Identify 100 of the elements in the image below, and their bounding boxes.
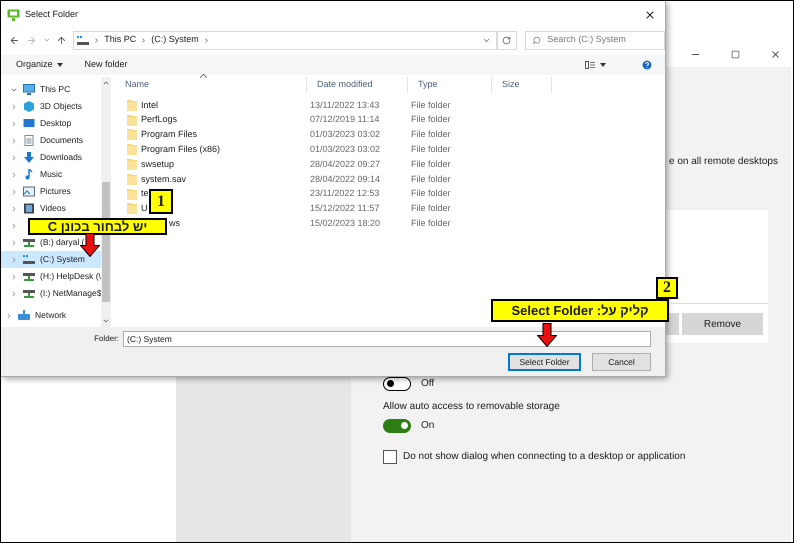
separator-icon bbox=[93, 36, 100, 44]
maximize-icon[interactable] bbox=[731, 50, 740, 58]
collapsed-chevron-icon[interactable] bbox=[10, 120, 18, 128]
window-title: Select Folder bbox=[25, 8, 78, 22]
up-icon[interactable] bbox=[56, 34, 68, 46]
pointer-arrow bbox=[537, 323, 557, 347]
folder-label: Folder: bbox=[94, 333, 119, 345]
nav-item[interactable]: Documents bbox=[1, 132, 101, 149]
breadcrumb[interactable]: (C:) System bbox=[151, 33, 199, 47]
nav-item[interactable]: Music bbox=[1, 166, 101, 183]
organize-menu[interactable]: Organize bbox=[16, 58, 63, 72]
collapsed-chevron-icon[interactable] bbox=[10, 188, 18, 196]
file-name[interactable]: Program Files (x86) bbox=[141, 143, 220, 157]
collapsed-chevron-icon[interactable] bbox=[10, 256, 18, 264]
type-cell-text: File folder bbox=[410, 113, 451, 126]
nav-item[interactable]: Videos bbox=[1, 200, 101, 217]
close-icon[interactable] bbox=[770, 48, 781, 60]
column-header[interactable]: Size bbox=[492, 77, 552, 93]
folder-field[interactable]: (C:) System bbox=[123, 331, 651, 347]
file-name[interactable]: system.sav bbox=[141, 172, 186, 186]
step-number: 1 bbox=[149, 189, 173, 214]
file-name[interactable]: PerfLogs bbox=[141, 113, 178, 127]
pointer-arrow bbox=[80, 233, 100, 257]
address-bar[interactable]: This PC (C:) System bbox=[73, 30, 497, 50]
app-icon bbox=[7, 9, 20, 21]
nav-item[interactable]: Network bbox=[1, 307, 101, 324]
desktop-icon bbox=[23, 118, 35, 129]
nav-item[interactable]: Pictures bbox=[1, 183, 101, 200]
down-arrow-icon bbox=[23, 152, 35, 163]
column-header[interactable]: Type bbox=[408, 77, 492, 93]
file-name[interactable]: Intel bbox=[141, 98, 158, 112]
checkbox[interactable] bbox=[383, 450, 397, 464]
collapsed-chevron-icon[interactable] bbox=[10, 204, 18, 212]
collapsed-chevron-icon[interactable] bbox=[10, 238, 18, 246]
nav-item[interactable]: (I:) NetManage$ bbox=[1, 285, 101, 302]
nav-item[interactable]: Desktop bbox=[1, 115, 101, 132]
folder-icon bbox=[127, 144, 137, 156]
collapsed-chevron-icon[interactable] bbox=[10, 102, 18, 110]
refresh-icon bbox=[502, 36, 512, 44]
collapsed-chevron-icon[interactable] bbox=[10, 154, 18, 162]
toggle-label: On bbox=[421, 419, 434, 433]
search-input[interactable]: Search (C:) System bbox=[547, 33, 658, 47]
drive-icon bbox=[23, 254, 35, 265]
type-cell-text: File folder bbox=[410, 98, 451, 112]
nav-item[interactable]: 3D Objects bbox=[1, 98, 101, 115]
setting-description: e on all remote desktops bbox=[669, 155, 779, 169]
type-cell-text: File folder bbox=[410, 128, 451, 142]
refresh-button[interactable] bbox=[496, 30, 518, 50]
scroll-down-icon[interactable] bbox=[102, 317, 110, 325]
document-icon bbox=[23, 135, 35, 146]
toggle-switch[interactable] bbox=[383, 376, 411, 390]
type-cell-text: File folder bbox=[410, 158, 451, 171]
dialog-button[interactable]: Cancel bbox=[592, 353, 651, 371]
collapsed-chevron-icon[interactable] bbox=[10, 222, 18, 230]
search-field[interactable]: Search (C:) System bbox=[525, 30, 665, 50]
film-icon bbox=[23, 203, 35, 214]
column-header[interactable]: Name bbox=[115, 77, 307, 93]
close-icon[interactable] bbox=[644, 9, 656, 21]
computer-icon bbox=[23, 84, 35, 95]
step-number: 2 bbox=[656, 277, 678, 299]
breadcrumb[interactable]: This PC bbox=[104, 33, 136, 47]
column-header[interactable]: Date modified bbox=[307, 77, 408, 93]
nav-item[interactable]: This PC bbox=[1, 81, 101, 98]
type-cell-text: File folder bbox=[410, 217, 451, 230]
type-cell-text: File folder bbox=[410, 187, 451, 200]
file-name[interactable]: te bbox=[141, 187, 149, 201]
file-name[interactable]: ws bbox=[169, 217, 180, 231]
collapsed-chevron-icon[interactable] bbox=[10, 170, 18, 178]
network-drive-icon bbox=[23, 237, 35, 248]
search-icon bbox=[532, 36, 542, 44]
collapsed-chevron-icon[interactable] bbox=[10, 272, 18, 280]
file-name[interactable]: Program Files bbox=[141, 128, 198, 142]
collapsed-chevron-icon[interactable] bbox=[5, 312, 13, 320]
help-icon[interactable] bbox=[641, 59, 653, 71]
folder-icon bbox=[127, 100, 137, 111]
date-cell-text: 01/03/2023 03:02 bbox=[309, 143, 382, 156]
date-cell-text: 15/12/2022 11:57 bbox=[309, 202, 380, 216]
scroll-up-icon[interactable] bbox=[102, 79, 110, 87]
picture-icon bbox=[23, 186, 35, 197]
separator-icon bbox=[140, 36, 148, 44]
view-options-icon[interactable] bbox=[585, 61, 607, 69]
toolbar-button[interactable]: New folder bbox=[84, 58, 128, 72]
collapsed-chevron-icon[interactable] bbox=[10, 290, 18, 298]
file-name[interactable]: swsetup bbox=[141, 158, 174, 172]
network-icon bbox=[18, 310, 30, 321]
nav-item[interactable]: (H:) HelpDesk (\ bbox=[1, 268, 101, 285]
back-icon[interactable] bbox=[9, 34, 20, 46]
collapsed-chevron-icon[interactable] bbox=[10, 136, 18, 144]
nav-item[interactable]: (C:) System bbox=[1, 251, 101, 268]
dialog-button[interactable]: Select Folder bbox=[508, 353, 581, 371]
setting-label: Allow auto access to removable storage bbox=[383, 400, 561, 414]
toggle-switch[interactable] bbox=[383, 418, 411, 432]
remove-button[interactable]: Remove bbox=[682, 313, 763, 335]
sort-caret-icon bbox=[200, 74, 207, 78]
file-name[interactable]: U bbox=[141, 202, 148, 216]
history-dropdown-icon[interactable] bbox=[42, 36, 50, 44]
folder-icon bbox=[127, 188, 137, 200]
date-cell-text: 13/11/2022 13:43 bbox=[309, 98, 380, 112]
nav-item[interactable]: Downloads bbox=[1, 149, 101, 166]
type-cell-text: File folder bbox=[410, 143, 451, 156]
